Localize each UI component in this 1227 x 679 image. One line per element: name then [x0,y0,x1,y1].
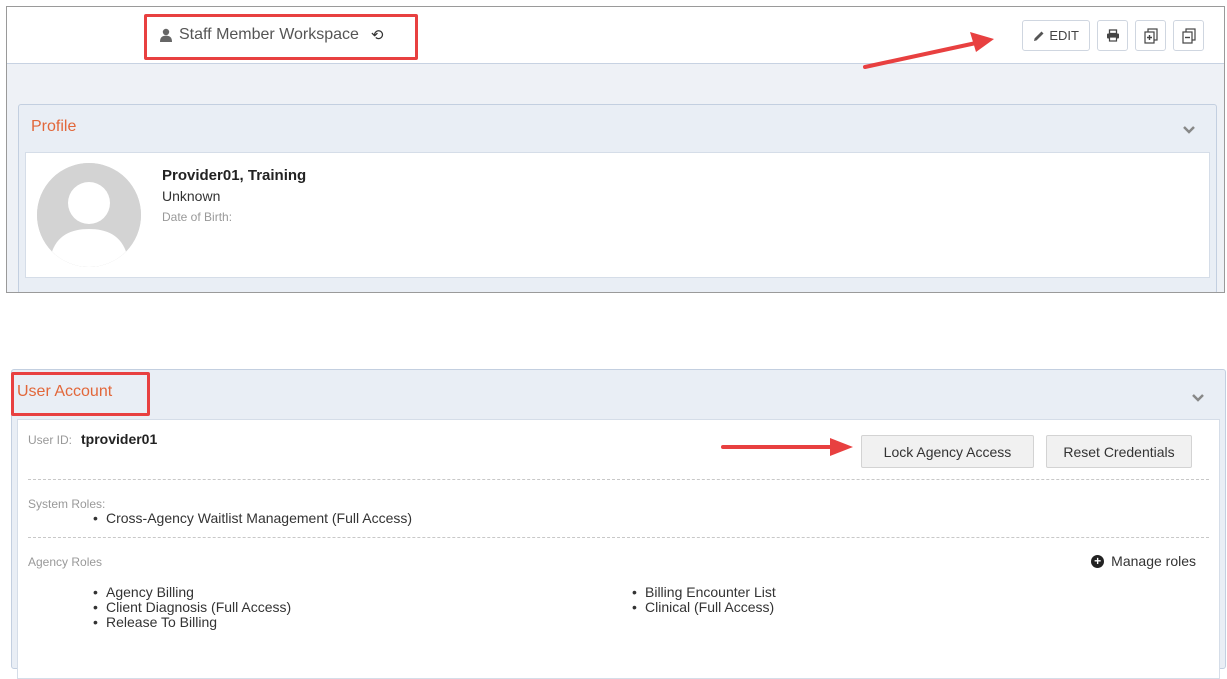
list-item: Billing Encounter List [627,585,776,601]
user-account-panel: User Account User ID: tprovider01 Lock A… [11,369,1226,679]
manage-roles-link[interactable]: + Manage roles [1091,553,1196,569]
avatar-placeholder-icon [37,163,141,267]
workspace-toolbar: EDIT [1022,20,1204,51]
expand-all-button[interactable] [1135,20,1166,51]
edit-button[interactable]: EDIT [1022,20,1090,51]
profile-status: Unknown [162,188,221,204]
reset-credentials-button[interactable]: Reset Credentials [1046,435,1192,468]
list-item: Client Diagnosis (Full Access) [88,600,291,616]
agency-roles-list-right: Billing Encounter List Clinical (Full Ac… [627,585,776,616]
user-id-value: tprovider01 [81,431,158,447]
profile-dob-label: Date of Birth: [162,210,233,224]
annotation-arrow-edit [863,32,994,69]
agency-roles-label: Agency Roles [28,555,103,569]
edit-button-label: EDIT [1049,28,1079,43]
list-item: Agency Billing [88,585,291,601]
print-icon [1106,29,1119,42]
user-account-body: User ID: tprovider01 Lock Agency Access … [17,419,1220,679]
list-item: Release To Billing [88,615,291,631]
collapse-all-icon [1181,27,1196,44]
list-item: Cross-Agency Waitlist Management (Full A… [88,511,412,527]
collapse-all-button[interactable] [1173,20,1204,51]
avatar [37,163,141,267]
profile-panel: Profile Provider01, Training Unknown Dat… [18,104,1217,292]
user-account-highlight-box [11,372,150,416]
user-id-label: User ID: [28,433,73,447]
pencil-icon [1034,31,1044,41]
chevron-down-icon[interactable] [1182,125,1196,135]
expand-all-icon [1143,27,1158,44]
profile-name: Provider01, Training [162,167,307,184]
title-highlight-box [144,14,418,60]
system-roles-list: Cross-Agency Waitlist Management (Full A… [88,511,412,527]
profile-body: Provider01, Training Unknown Date of Bir… [25,152,1210,278]
divider [28,537,1209,538]
system-roles-label: System Roles: [28,497,106,511]
plus-circle-icon: + [1091,554,1105,568]
chevron-down-icon[interactable] [1191,393,1205,403]
annotation-arrow-lock [721,438,853,456]
print-button[interactable] [1097,20,1128,51]
profile-panel-title: Profile [31,118,77,135]
list-item: Clinical (Full Access) [627,600,776,616]
lock-agency-access-button[interactable]: Lock Agency Access [861,435,1034,468]
divider [28,479,1209,480]
agency-roles-list-left: Agency Billing Client Diagnosis (Full Ac… [88,585,291,631]
manage-roles-label: Manage roles [1111,553,1196,569]
